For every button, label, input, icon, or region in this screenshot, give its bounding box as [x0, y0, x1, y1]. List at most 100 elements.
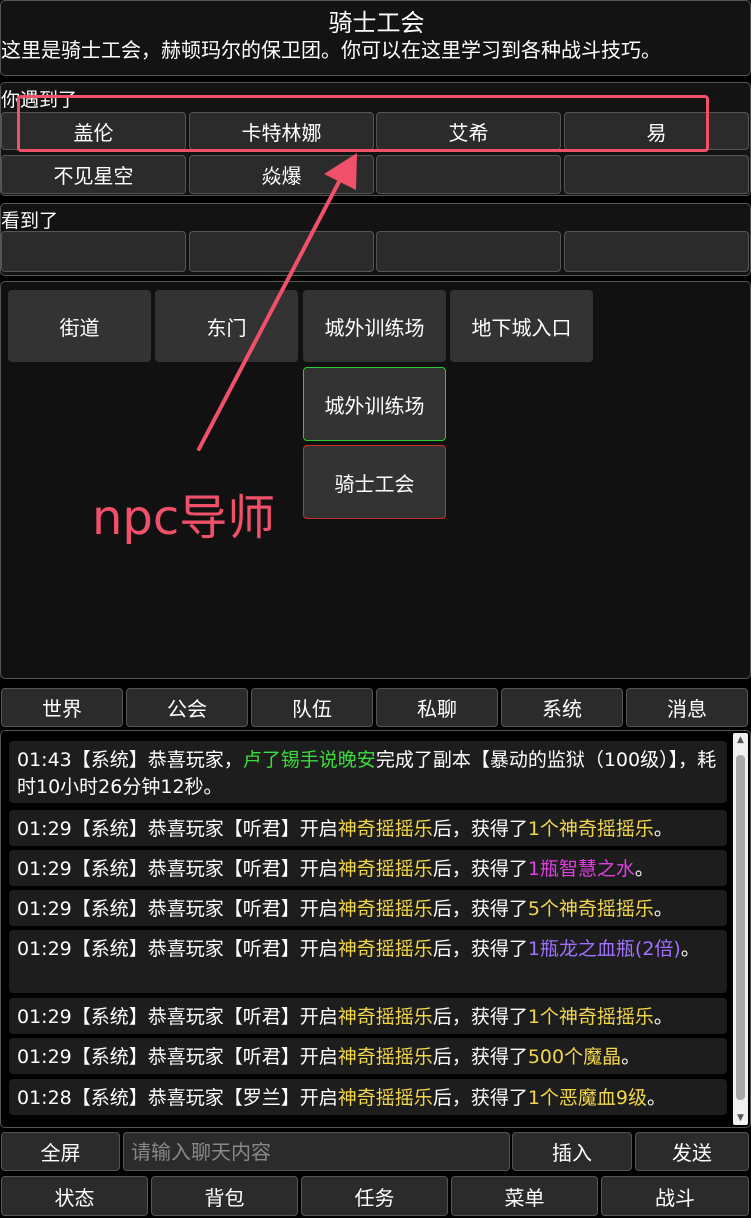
msg-item[interactable]: 神奇摇摇乐 — [338, 858, 433, 880]
scroll-down-icon[interactable]: ▼ — [733, 1113, 748, 1123]
object-slot-1[interactable] — [1, 231, 186, 272]
msg-tag: 【系统】 — [71, 1006, 148, 1028]
scene-header: 骑士工会 这里是骑士工会，赫顿玛尔的保卫团。你可以在这里学习到各种战斗技巧。 — [0, 0, 751, 76]
msg-tag: 【系统】 — [71, 1087, 148, 1109]
msg-reward[interactable]: 500个魔晶 — [528, 1046, 621, 1068]
exit-dungeon-entrance[interactable]: 地下城入口 — [450, 290, 593, 362]
chat-scrollbar[interactable]: ▲ ▼ — [733, 733, 748, 1125]
npc-button-7[interactable] — [376, 155, 561, 194]
msg-text: 恭喜玩家， — [147, 749, 243, 771]
msg-text: 。 — [653, 1006, 673, 1028]
msg-text: 。 — [680, 938, 700, 960]
exit-east-gate[interactable]: 东门 — [155, 290, 298, 362]
nav-quests[interactable]: 任务 — [301, 1176, 448, 1216]
msg-reward[interactable]: 1个恶魔血9级 — [528, 1087, 647, 1109]
object-slot-4[interactable] — [564, 231, 749, 272]
msg-item[interactable]: 神奇摇摇乐 — [338, 938, 433, 960]
chat-message: 01:29【系统】恭喜玩家【听君】开启神奇摇摇乐后，获得了500个魔晶。 — [9, 1038, 727, 1074]
msg-reward[interactable]: 1瓶龙之血瓶(2倍) — [528, 938, 681, 960]
objects-section-label: 看到了 — [1, 210, 59, 232]
nav-menu[interactable]: 菜单 — [451, 1176, 598, 1216]
tab-messages[interactable]: 消息 — [626, 688, 748, 727]
object-slot-3[interactable] — [376, 231, 561, 272]
scene-description: 这里是骑士工会，赫顿玛尔的保卫团。你可以在这里学习到各种战斗技巧。 — [1, 38, 661, 62]
msg-tag: 【系统】 — [71, 749, 148, 771]
msg-tag: 【系统】 — [71, 818, 148, 840]
msg-item[interactable]: 神奇摇摇乐 — [338, 1087, 433, 1109]
chat-input[interactable] — [123, 1132, 510, 1171]
msg-time: 01:29 — [17, 818, 72, 840]
msg-item[interactable]: 神奇摇摇乐 — [338, 1006, 433, 1028]
msg-time: 01:28 — [17, 1087, 72, 1109]
msg-text: 后，获得了 — [432, 858, 528, 880]
chat-message: 01:29【系统】恭喜玩家【听君】开启神奇摇摇乐后，获得了1瓶龙之血瓶(2倍)。 — [9, 930, 727, 993]
msg-reward[interactable]: 5个神奇摇摇乐 — [528, 898, 654, 920]
msg-text: 后，获得了 — [432, 1006, 528, 1028]
chat-log[interactable]: 01:43【系统】恭喜玩家，卢了锡手说晚安完成了副本【暴动的监狱（100级）】，… — [0, 730, 751, 1128]
npc-button-8[interactable] — [564, 155, 749, 194]
exit-street[interactable]: 街道 — [8, 290, 151, 362]
msg-text: 恭喜玩家【听君】开启 — [147, 1046, 338, 1068]
msg-text: 恭喜玩家【罗兰】开启 — [147, 1087, 338, 1109]
msg-text: 。 — [647, 1087, 667, 1109]
msg-player[interactable]: 卢了锡手说晚安 — [243, 749, 376, 771]
chat-message: 01:29【系统】恭喜玩家【听君】开启神奇摇摇乐后，获得了1瓶智慧之水。 — [9, 850, 727, 886]
msg-item[interactable]: 神奇摇摇乐 — [338, 818, 433, 840]
msg-text: 。 — [653, 818, 673, 840]
msg-text: 。 — [621, 1046, 641, 1068]
msg-text: 恭喜玩家【听君】开启 — [147, 818, 338, 840]
msg-reward[interactable]: 1瓶智慧之水 — [528, 858, 635, 880]
msg-text: 后，获得了 — [432, 1046, 528, 1068]
msg-text: 后，获得了 — [432, 938, 528, 960]
scene-title: 骑士工会 — [328, 9, 425, 37]
exit-training-ground[interactable]: 城外训练场 — [303, 290, 446, 362]
msg-text: 恭喜玩家【听君】开启 — [147, 1006, 338, 1028]
msg-text: 后，获得了 — [432, 1087, 528, 1109]
msg-item[interactable]: 神奇摇摇乐 — [338, 898, 433, 920]
tab-team[interactable]: 队伍 — [251, 688, 373, 727]
msg-text: 恭喜玩家【听君】开启 — [147, 938, 338, 960]
annotation-highlight-box — [17, 95, 709, 152]
tab-private[interactable]: 私聊 — [376, 688, 498, 727]
msg-text: 后，获得了 — [432, 818, 528, 840]
msg-tag: 【系统】 — [71, 858, 148, 880]
nav-bag[interactable]: 背包 — [151, 1176, 298, 1216]
tab-system[interactable]: 系统 — [501, 688, 623, 727]
msg-time: 01:29 — [17, 1046, 72, 1068]
npc-button-6[interactable]: 焱爆 — [189, 155, 374, 194]
nav-status[interactable]: 状态 — [1, 1176, 148, 1216]
chat-message: 01:28【系统】恭喜玩家【罗兰】开启神奇摇摇乐后，获得了1个恶魔血9级。 — [9, 1079, 727, 1115]
msg-text: 。 — [653, 898, 673, 920]
msg-time: 01:29 — [17, 938, 72, 960]
msg-item[interactable]: 神奇摇摇乐 — [338, 1046, 433, 1068]
msg-time: 01:43 — [17, 749, 72, 771]
map-knight-guild[interactable]: 骑士工会 — [303, 445, 446, 519]
msg-tag: 【系统】 — [71, 938, 148, 960]
msg-text: 。 — [634, 858, 654, 880]
scroll-up-icon[interactable]: ▲ — [733, 735, 748, 745]
object-slot-2[interactable] — [189, 231, 374, 272]
msg-time: 01:29 — [17, 1006, 72, 1028]
nav-battle[interactable]: 战斗 — [601, 1176, 749, 1216]
insert-button[interactable]: 插入 — [512, 1132, 632, 1171]
msg-text: 后，获得了 — [432, 898, 528, 920]
scrollbar-thumb[interactable] — [736, 755, 745, 1100]
msg-reward[interactable]: 1个神奇摇摇乐 — [528, 818, 654, 840]
msg-text: 恭喜玩家【听君】开启 — [147, 858, 338, 880]
fullscreen-button[interactable]: 全屏 — [1, 1132, 120, 1171]
tab-world[interactable]: 世界 — [1, 688, 123, 727]
tab-guild[interactable]: 公会 — [126, 688, 248, 727]
chat-message: 01:29【系统】恭喜玩家【听君】开启神奇摇摇乐后，获得了1个神奇摇摇乐。 — [9, 998, 727, 1034]
annotation-label: npc导师 — [92, 490, 276, 546]
msg-tag: 【系统】 — [71, 898, 148, 920]
npc-button-5[interactable]: 不见星空 — [1, 155, 186, 194]
send-button[interactable]: 发送 — [635, 1132, 749, 1171]
msg-reward[interactable]: 1个神奇摇摇乐 — [528, 1006, 654, 1028]
msg-tag: 【系统】 — [71, 1046, 148, 1068]
chat-message: 01:43【系统】恭喜玩家，卢了锡手说晚安完成了副本【暴动的监狱（100级）】，… — [9, 741, 727, 803]
msg-text: 恭喜玩家【听君】开启 — [147, 898, 338, 920]
chat-message: 01:29【系统】恭喜玩家【听君】开启神奇摇摇乐后，获得了1个神奇摇摇乐。 — [9, 810, 727, 846]
msg-time: 01:29 — [17, 898, 72, 920]
msg-time: 01:29 — [17, 858, 72, 880]
map-current-location[interactable]: 城外训练场 — [303, 367, 446, 441]
